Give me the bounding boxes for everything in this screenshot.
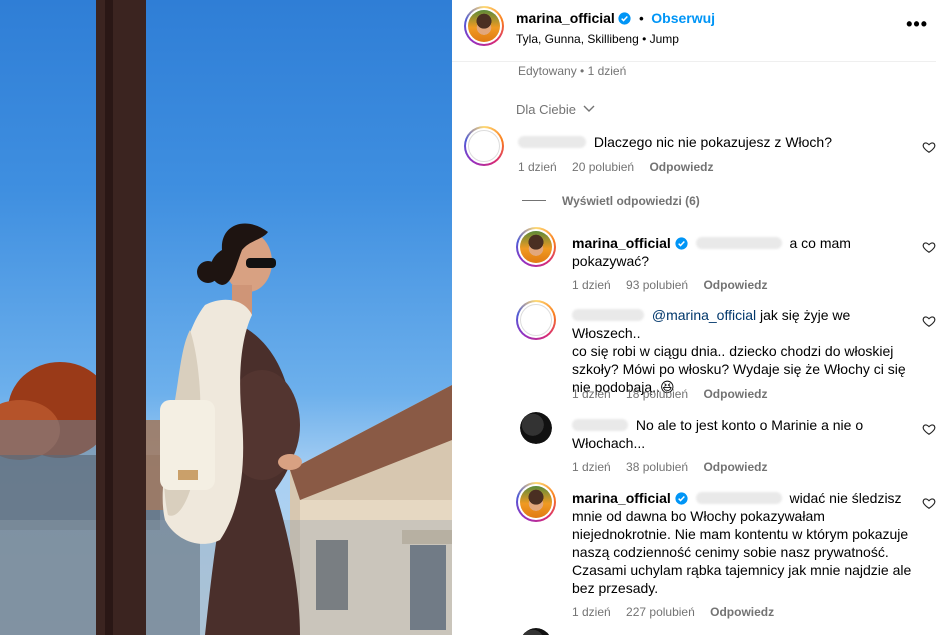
- reply-button[interactable]: Odpowiedz: [649, 160, 713, 174]
- hidden-mention[interactable]: [695, 237, 782, 249]
- reply-line: pokazywać?: [572, 253, 650, 269]
- reply-text: marina_official widać nie śledzisz mnie …: [572, 489, 917, 597]
- sort-label: Dla Ciebie: [516, 102, 576, 117]
- reply-line: Czasami uchylam rąbka tajemnicy jak mnie…: [572, 562, 912, 578]
- comment-meta: 1 dzień 20 polubień Odpowiedz: [518, 160, 725, 174]
- reply-line: bez przesady.: [572, 580, 659, 596]
- view-replies-label: Wyświetl odpowiedzi (6): [562, 194, 700, 208]
- reply-avatar[interactable]: [516, 300, 556, 340]
- reply-text: marina_official a co mam pokazywać?: [572, 234, 902, 270]
- reply-avatar[interactable]: [516, 227, 556, 267]
- edited-timestamp: Edytowany • 1 dzień: [518, 64, 627, 78]
- reply-time: 1 dzień: [572, 460, 611, 474]
- reply-likes[interactable]: 93 polubień: [626, 278, 688, 292]
- reply-line: widać nie śledzisz: [789, 490, 902, 506]
- reply-username[interactable]: marina_official: [572, 490, 671, 506]
- chevron-down-icon: [583, 105, 595, 112]
- mention-link[interactable]: @marina_official: [652, 307, 756, 323]
- reply-button[interactable]: Odpowiedz: [703, 278, 767, 292]
- hidden-username[interactable]: [572, 419, 628, 431]
- reply-line: No ale to jest konto o Marinie a nie o: [635, 417, 864, 433]
- reply-line: naszą codzienność cenimy sobie nasz pryw…: [572, 544, 889, 560]
- reply-meta: 1 dzień 93 polubień Odpowiedz: [572, 278, 779, 292]
- post-header: marina_official • Obserwuj Tyla, Gunna, …: [452, 0, 936, 62]
- reply-username[interactable]: marina_official: [572, 235, 671, 251]
- reply-meta: 1 dzień 38 polubień Odpowiedz: [572, 460, 779, 474]
- music-info[interactable]: Tyla, Gunna, Skillibeng • Jump: [516, 32, 679, 46]
- post-sidebar: marina_official • Obserwuj Tyla, Gunna, …: [452, 0, 936, 635]
- verified-badge-icon: [675, 237, 688, 250]
- reply-avatar[interactable]: [516, 482, 556, 522]
- heart-icon[interactable]: [922, 240, 936, 254]
- reply-text: No ale to jest konto o Marinie a nie o W…: [572, 416, 902, 452]
- reply-text: @marina_official jak się żyje we Włoszec…: [572, 306, 917, 396]
- comment-body: Dlaczego nic nie pokazujesz z Włoch?: [593, 134, 833, 150]
- reply-button[interactable]: Odpowiedz: [703, 460, 767, 474]
- heart-icon[interactable]: [922, 496, 936, 510]
- heart-icon[interactable]: [922, 314, 936, 328]
- verified-badge-icon: [618, 12, 632, 25]
- more-options-icon[interactable]: •••: [906, 14, 928, 35]
- reply-line: niejednokrotnie. Nie mam kontentu w któr…: [572, 526, 909, 542]
- heart-icon[interactable]: [922, 140, 936, 154]
- follow-button[interactable]: Obserwuj: [651, 10, 715, 26]
- reply-time: 1 dzień: [572, 387, 611, 401]
- reply-line: mnie od dawna bo Włochy pokazywałam: [572, 508, 825, 524]
- photo-illustration: [0, 0, 452, 635]
- reply-line: a co mam: [789, 235, 851, 251]
- view-replies-button[interactable]: Wyświetl odpowiedzi (6): [522, 194, 700, 208]
- reply-likes[interactable]: 227 polubień: [626, 605, 695, 619]
- reply-time: 1 dzień: [572, 278, 611, 292]
- reply-avatar[interactable]: [520, 628, 552, 635]
- reply-meta: 1 dzień 18 polubień Odpowiedz: [572, 387, 779, 401]
- comments-sort-dropdown[interactable]: Dla Ciebie: [516, 102, 595, 117]
- post-photo[interactable]: [0, 0, 452, 635]
- commenter-avatar[interactable]: [464, 126, 504, 166]
- comment-text: Dlaczego nic nie pokazujesz z Włoch?: [518, 133, 918, 151]
- hidden-username[interactable]: [518, 136, 586, 148]
- reply-button[interactable]: Odpowiedz: [703, 387, 767, 401]
- reply-button[interactable]: Odpowiedz: [710, 605, 774, 619]
- comment-likes[interactable]: 20 polubień: [572, 160, 634, 174]
- hidden-mention[interactable]: [695, 492, 782, 504]
- hidden-username[interactable]: [572, 309, 644, 321]
- comment-time: 1 dzień: [518, 160, 557, 174]
- reply-time: 1 dzień: [572, 605, 611, 619]
- reply-meta: 1 dzień 227 polubień Odpowiedz: [572, 605, 786, 619]
- author-avatar[interactable]: [464, 6, 504, 46]
- reply-line: szkoły? Mówi po włosku? Wydaje się że Wł…: [572, 361, 906, 377]
- author-username[interactable]: marina_official: [516, 10, 615, 26]
- reply-likes[interactable]: 38 polubień: [626, 460, 688, 474]
- reply-line: Włochach...: [572, 435, 646, 451]
- verified-badge-icon: [675, 492, 688, 505]
- dot-separator: •: [639, 11, 644, 26]
- reply-likes[interactable]: 18 polubień: [626, 387, 688, 401]
- heart-icon[interactable]: [922, 422, 936, 436]
- reply-avatar[interactable]: [520, 412, 552, 444]
- reply-line: co się robi w ciągu dnia.. dziecko chodz…: [572, 343, 894, 359]
